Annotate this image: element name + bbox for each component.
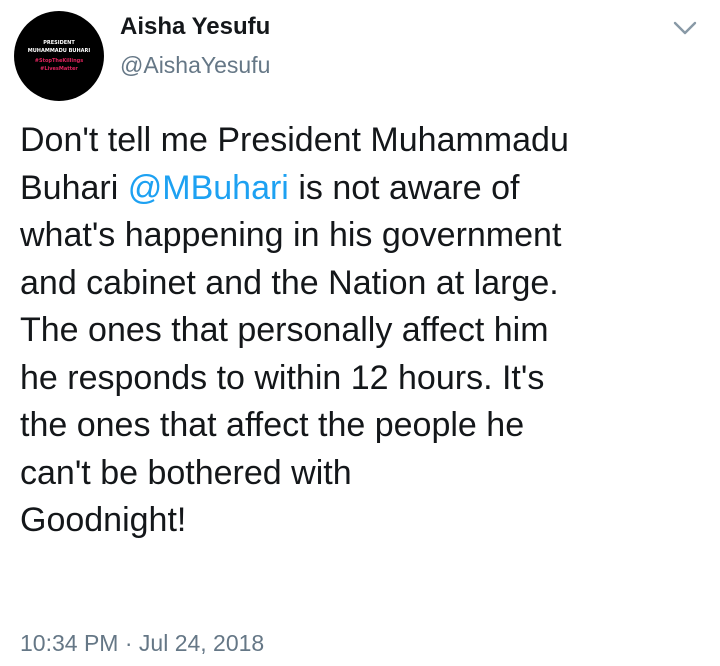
chevron-down-icon[interactable] xyxy=(670,16,700,40)
user-display-name[interactable]: Aisha Yesufu xyxy=(120,12,270,42)
tweet-line: the ones that affect the people he xyxy=(20,406,525,444)
tweet-date: Jul 24, 2018 xyxy=(138,630,265,656)
tweet-line-part: Buhari xyxy=(20,168,119,207)
tweet-line: what's happening in his government xyxy=(20,216,562,254)
tweet-text: Don't tell me President Muhammadu Buhari… xyxy=(20,117,710,545)
avatar-text-line: #LivesMatter xyxy=(40,66,78,72)
tweet-line: Buhari @MBuhari is not aware of xyxy=(20,165,710,213)
tweet-line: Don't tell me President Muhammadu xyxy=(20,121,569,159)
tweet-timestamp[interactable]: 10:34 PM · Jul 24, 2018 xyxy=(20,628,264,658)
tweet-line: The ones that personally affect him xyxy=(20,311,549,349)
tweet-line: and cabinet and the Nation at large. xyxy=(20,263,559,302)
avatar-text-line: PRESIDENT xyxy=(43,40,75,46)
user-handle[interactable]: @AishaYesufu xyxy=(120,50,270,80)
tweet-line: Goodnight! xyxy=(20,501,187,539)
meta-separator: · xyxy=(124,630,133,656)
tweet-time: 10:34 PM xyxy=(20,630,119,656)
tweet-line: he responds to within 12 hours. It's xyxy=(20,358,545,397)
avatar-text-line: #StopTheKillings xyxy=(34,58,84,64)
tweet-card: PRESIDENT MUHAMMADU BUHARI #StopTheKilli… xyxy=(0,0,720,666)
tweet-line: can't be bothered with xyxy=(20,453,352,492)
avatar[interactable]: PRESIDENT MUHAMMADU BUHARI #StopTheKilli… xyxy=(14,11,104,101)
tweet-line-part: is not aware of xyxy=(298,168,520,207)
mention-link[interactable]: @MBuhari xyxy=(128,169,289,207)
avatar-text-line: MUHAMMADU BUHARI xyxy=(27,48,91,54)
